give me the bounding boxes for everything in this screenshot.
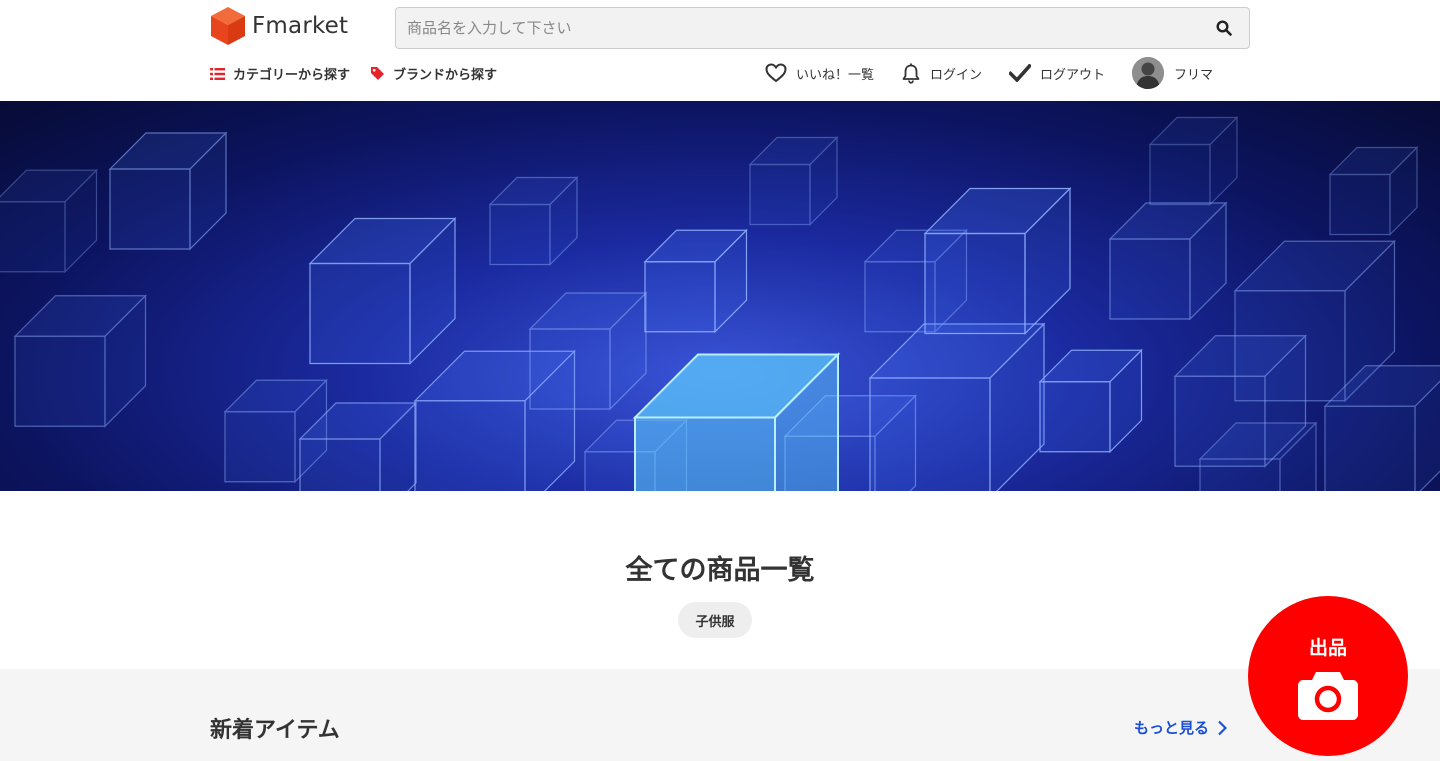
- logo[interactable]: Fmarket: [210, 5, 348, 47]
- search-input[interactable]: [396, 8, 1199, 48]
- cube-logo-icon: [211, 7, 245, 45]
- logout-label: ログアウト: [1040, 67, 1106, 83]
- login-label: ログイン: [930, 67, 983, 83]
- search-icon: [1216, 20, 1232, 36]
- tag-icon: [371, 67, 385, 80]
- user-menu[interactable]: フリマ: [1132, 57, 1213, 89]
- bell-icon: [902, 63, 920, 84]
- page-title: 全ての商品一覧: [625, 555, 815, 586]
- sell-button[interactable]: 出品: [1248, 596, 1408, 756]
- nav-left: カテゴリーから探す ブランドから探す: [210, 64, 517, 83]
- brand-search-label: ブランドから探す: [393, 68, 498, 83]
- logo-text: Fmarket: [252, 13, 349, 39]
- camera-icon: [1298, 672, 1358, 720]
- avatar: [1132, 57, 1165, 89]
- heart-icon: [765, 63, 787, 83]
- sell-label: 出品: [1308, 637, 1347, 659]
- likes-label: いいね！一覧: [796, 67, 875, 83]
- likes-link[interactable]: いいね！一覧: [765, 63, 874, 83]
- check-icon: [1009, 64, 1032, 82]
- hero-cubes-image: [0, 116, 1440, 491]
- list-icon: [210, 67, 225, 80]
- search-bar: [395, 7, 1250, 49]
- see-more-link[interactable]: もっと見る: [1134, 717, 1228, 738]
- category-search-link[interactable]: カテゴリーから探す: [210, 64, 350, 83]
- user-name: フリマ: [1174, 67, 1214, 83]
- category-search-label: カテゴリーから探す: [233, 68, 351, 83]
- site-header: Fmarket カテゴリーから探す: [0, 0, 1440, 101]
- search-button[interactable]: [1199, 8, 1249, 48]
- category-tag-chip[interactable]: 子供服: [678, 602, 752, 638]
- login-link[interactable]: ログイン: [901, 63, 982, 84]
- see-more-label: もっと見る: [1134, 719, 1210, 737]
- chevron-right-icon: [1218, 720, 1228, 735]
- hero-banner: [0, 101, 1440, 491]
- new-items-title: 新着アイテム: [210, 718, 340, 743]
- logout-link[interactable]: ログアウト: [1009, 64, 1105, 83]
- nav-right: いいね！一覧 ログイン ログアウト フリマ: [765, 57, 1213, 89]
- brand-search-link[interactable]: ブランドから探す: [370, 64, 497, 83]
